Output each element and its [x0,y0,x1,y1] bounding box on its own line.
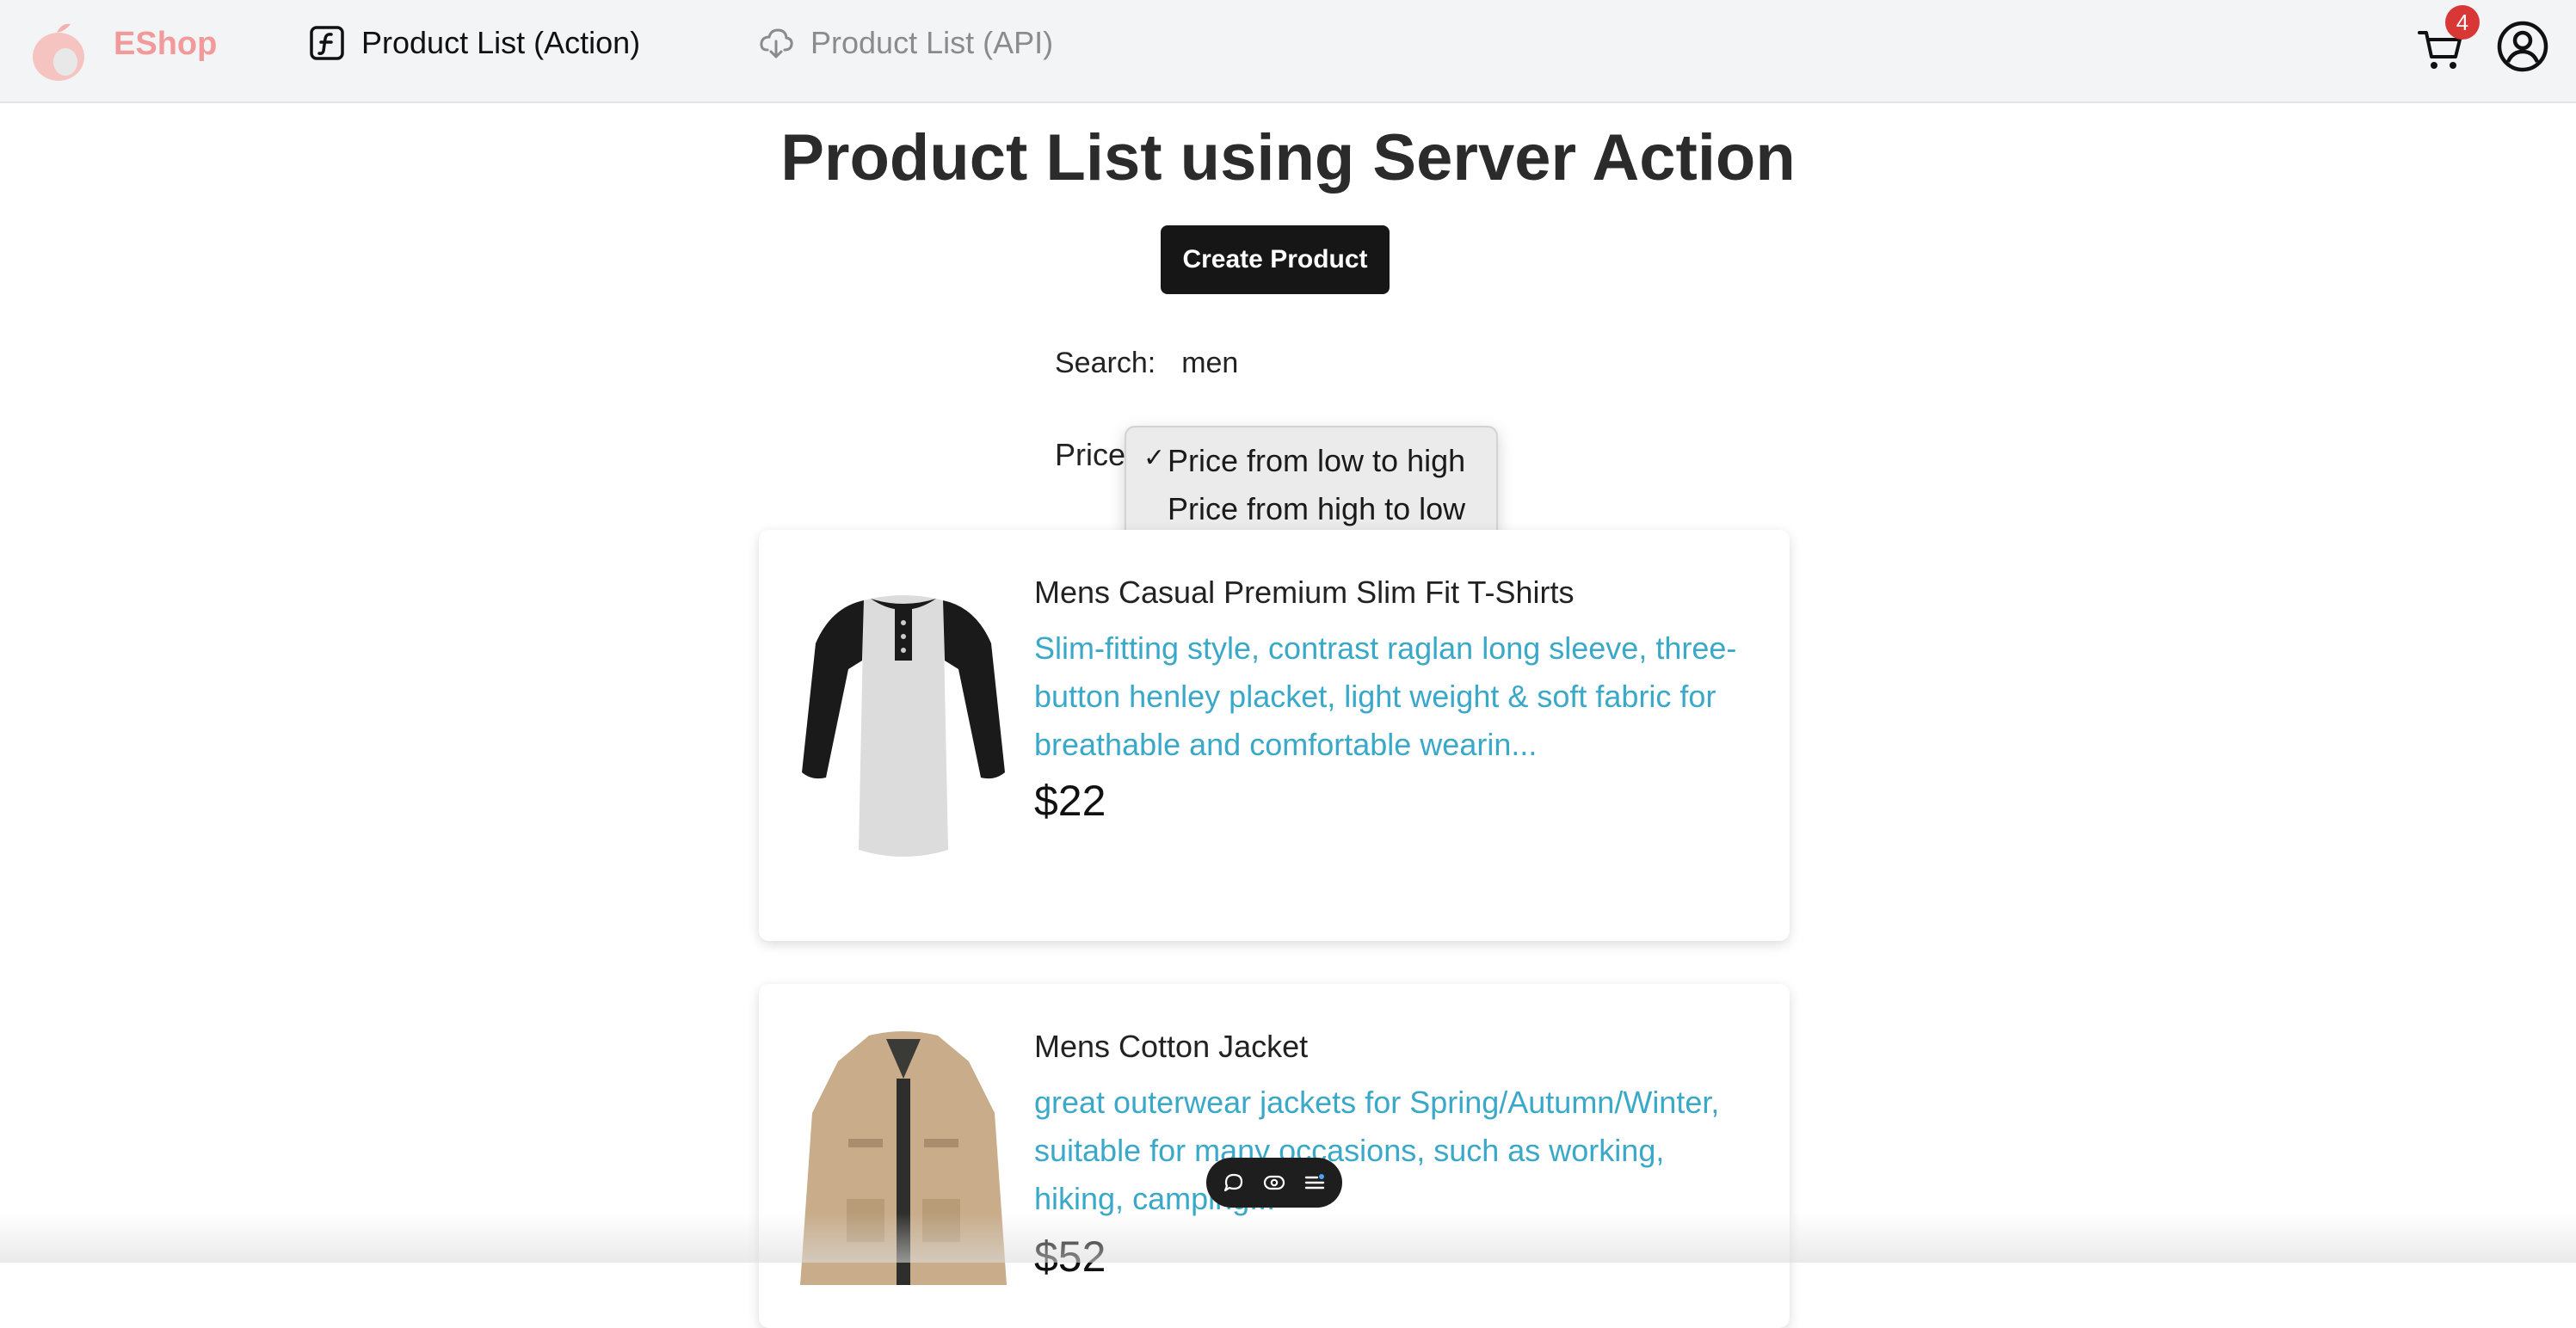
search-row: Search: [1055,342,1475,384]
price-sort-dropdown[interactable]: ✓ Price from low to high Price from high… [1125,426,1498,543]
comment-icon[interactable] [1222,1171,1246,1195]
logo-icon[interactable] [24,17,91,84]
bottom-fade [0,1213,2576,1263]
navbar: EShop Product List (Action) Product List… [0,0,2576,103]
function-icon [310,26,344,60]
floating-dev-toolbar[interactable] [1206,1158,1342,1208]
product-title[interactable]: Mens Casual Premium Slim Fit T-Shirts [1034,575,1574,611]
nav-product-list-api[interactable]: Product List (API) [757,24,1053,62]
product-card[interactable]: Mens Casual Premium Slim Fit T-Shirts Sl… [759,530,1790,941]
brand-name[interactable]: EShop [114,26,217,63]
tshirt-product-image [802,595,1005,857]
price-sort-label: Price [1055,437,1126,472]
nav-label: Product List (Action) [361,25,641,60]
user-account-icon[interactable] [2495,19,2550,74]
nav-label: Product List (API) [810,25,1054,60]
sort-option-label: Price from low to high [1168,443,1466,478]
sort-option-high-to-low[interactable]: Price from high to low [1126,484,1496,532]
cloud-download-icon [760,28,793,58]
sort-option-label: Price from high to low [1168,491,1466,526]
product-title[interactable]: Mens Cotton Jacket [1034,1029,1308,1065]
sort-option-low-to-high[interactable]: ✓ Price from low to high [1126,436,1496,484]
product-description: great outerwear jackets for Spring/Autum… [1034,1085,1720,1216]
create-product-button[interactable]: Create Product [1161,225,1390,294]
search-input[interactable] [1181,342,1475,384]
eye-icon[interactable] [1262,1171,1286,1195]
list-icon[interactable] [1303,1171,1327,1195]
product-description: Slim-fitting style, contrast raglan long… [1034,630,1737,762]
product-price: $22 [1034,777,1106,825]
checkmark-icon: ✓ [1143,444,1166,472]
product-card[interactable]: Mens Cotton Jacket great outerwear jacke… [759,984,1790,1328]
cart-count-badge: 4 [2445,5,2480,40]
page-title: Product List using Server Action [780,121,1796,194]
nav-product-list-action[interactable]: Product List (Action) [308,24,640,62]
search-label: Search: [1055,346,1156,379]
